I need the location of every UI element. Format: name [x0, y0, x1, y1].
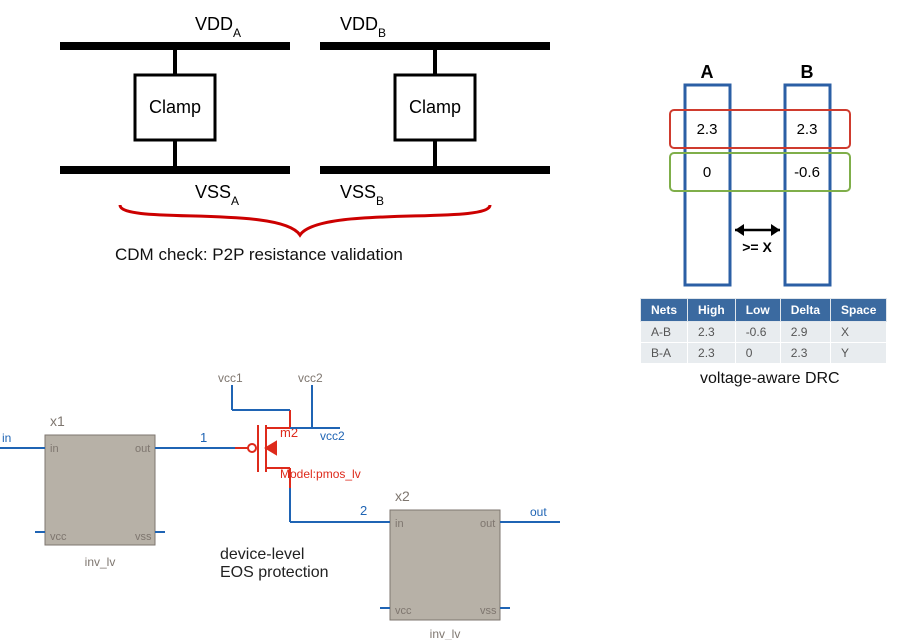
- x2-name: x2: [395, 488, 410, 504]
- drc-spacing-label: >= X: [742, 239, 772, 255]
- clamp-a-label: Clamp: [149, 97, 201, 117]
- x1-type: inv_lv: [85, 555, 116, 569]
- vss-b-label: VSSB: [340, 182, 384, 208]
- drc-r2-b: -0.6: [794, 164, 820, 181]
- drc-columns: A B 2.3 2.3 0 -0.6 >= X: [640, 30, 890, 290]
- drc-table: Nets High Low Delta Space A-B 2.3 -0.6 2…: [640, 298, 887, 364]
- drc-caption: voltage-aware DRC: [700, 370, 840, 388]
- drc-th-delta: Delta: [780, 299, 830, 322]
- drc-th-high: High: [688, 299, 736, 322]
- table-row: B-A 2.3 0 2.3 Y: [641, 343, 887, 364]
- vss-a-label: VSSA: [195, 182, 239, 208]
- diagram-canvas: { "domain": "Diagram", "top_schematic": …: [0, 0, 900, 638]
- drc-col-a: A: [701, 62, 714, 82]
- net-2-label: 2: [360, 503, 367, 518]
- svg-text:in: in: [395, 518, 404, 530]
- drc-r2-a: 0: [703, 164, 711, 181]
- cdm-caption: CDM check: P2P resistance validation: [115, 245, 403, 265]
- svg-text:out: out: [135, 443, 150, 455]
- net-1-label: 1: [200, 430, 207, 445]
- svg-text:out: out: [480, 518, 495, 530]
- svg-text:in: in: [50, 443, 59, 455]
- svg-text:vcc: vcc: [50, 531, 67, 543]
- x1-name: x1: [50, 413, 65, 429]
- vcc2-branch-label: vcc2: [320, 429, 345, 443]
- ext-in-label: in: [2, 431, 11, 445]
- svg-text:vss: vss: [480, 605, 497, 617]
- eos-schematic: x1 inv_lv in out vcc vss in x2 inv_lv in…: [0, 370, 600, 640]
- drc-col-b: B: [801, 62, 814, 82]
- ext-out-label: out: [530, 505, 547, 519]
- eos-caption: device-level EOS protection: [220, 546, 329, 582]
- vcc2-top-label: vcc2: [298, 371, 323, 385]
- drc-th-low: Low: [735, 299, 780, 322]
- clamp-b-label: Clamp: [409, 97, 461, 117]
- x2-type: inv_lv: [430, 627, 461, 640]
- drc-th-space: Space: [831, 299, 887, 322]
- vdd-a-label: VDDA: [195, 14, 241, 40]
- cdm-schematic: Clamp Clamp VDDA VDDB VSSA VSSB: [0, 0, 560, 260]
- m2-model: Model:pmos_lv: [280, 467, 361, 481]
- svg-text:vss: vss: [135, 531, 152, 543]
- vdd-b-label: VDDB: [340, 14, 386, 40]
- vcc1-label: vcc1: [218, 371, 243, 385]
- svg-text:vcc: vcc: [395, 605, 412, 617]
- drc-r1-a: 2.3: [697, 121, 718, 138]
- table-row: A-B 2.3 -0.6 2.9 X: [641, 322, 887, 343]
- drc-th-nets: Nets: [641, 299, 688, 322]
- drc-r1-b: 2.3: [797, 121, 818, 138]
